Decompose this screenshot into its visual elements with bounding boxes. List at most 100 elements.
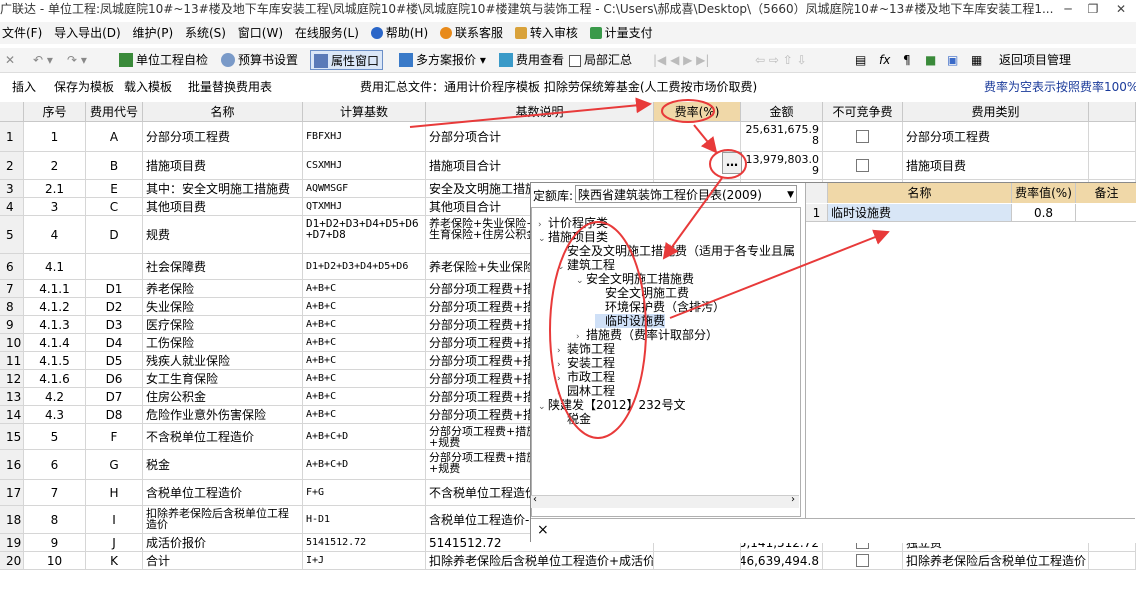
cell-seq[interactable]: 4.1.3: [24, 316, 86, 333]
cell-base[interactable]: QTXMHJ: [303, 198, 426, 215]
cell-seq[interactable]: 4.1.5: [24, 352, 86, 369]
menu-window[interactable]: 窗口(W): [236, 22, 289, 44]
cell-name[interactable]: 医疗保险: [143, 316, 303, 333]
menu-payment[interactable]: 计量支付: [588, 22, 659, 44]
cell-code[interactable]: H: [86, 480, 143, 505]
header-name[interactable]: 名称: [143, 102, 303, 122]
tree-node[interactable]: 安全及文明施工措施费（适用于各专业且属: [557, 244, 795, 258]
cell-base[interactable]: A+B+C+D: [303, 450, 426, 479]
image-icon[interactable]: ▣: [944, 50, 961, 70]
cell-seq[interactable]: 3: [24, 198, 86, 215]
rate-header-note[interactable]: 备注: [1076, 183, 1136, 203]
expand-down-icon[interactable]: ⌄: [538, 232, 548, 246]
cell-code[interactable]: K: [86, 552, 143, 569]
expand-down-icon[interactable]: ⌄: [576, 274, 586, 288]
tree-node[interactable]: › 装饰工程: [557, 342, 615, 356]
header-amount[interactable]: 金额: [741, 102, 823, 122]
tree-hscrollbar[interactable]: ‹ ›: [531, 494, 799, 508]
undo-icon[interactable]: ↶ ▾: [30, 50, 56, 70]
menu-online-service[interactable]: 在线服务(L): [293, 22, 365, 44]
cell-base[interactable]: A+B+C: [303, 352, 426, 369]
local-summary-button[interactable]: 局部汇总: [566, 50, 635, 70]
cell-code[interactable]: D: [86, 216, 143, 253]
cell-base[interactable]: A+B+C: [303, 280, 426, 297]
cell-code[interactable]: [86, 254, 143, 279]
header-category[interactable]: 费用类别: [903, 102, 1089, 122]
tree-node[interactable]: 环境保护费（含排污）: [595, 300, 725, 314]
attr-window-button[interactable]: 属性窗口: [310, 50, 384, 70]
cell-base[interactable]: A+B+C+D: [303, 424, 426, 449]
menu-system[interactable]: 系统(S): [183, 22, 232, 44]
cell-seq[interactable]: 2.1: [24, 180, 86, 197]
cell-seq[interactable]: 4.1.6: [24, 370, 86, 387]
tree-node[interactable]: 临时设施费: [595, 314, 666, 328]
cell-code[interactable]: C: [86, 198, 143, 215]
table-row[interactable]: 2 2 B 措施项目费 CSXMHJ 措施项目合计 13,979,803.09 措施项目费: [0, 152, 1136, 180]
move-arrows-icon[interactable]: ⇦ ⇨ ⇧ ⇩: [752, 50, 810, 70]
table-icon[interactable]: ▦: [968, 50, 985, 70]
cell-name[interactable]: 失业保险: [143, 298, 303, 315]
cell-name[interactable]: 规费: [143, 216, 303, 253]
cell-name[interactable]: 不含税单位工程造价: [143, 424, 303, 449]
cell-base[interactable]: H-D1: [303, 506, 426, 533]
minimize-icon[interactable]: ─: [1055, 0, 1081, 18]
cell-seq[interactable]: 5: [24, 424, 86, 449]
header-code[interactable]: 费用代号: [86, 102, 143, 122]
cell-seq[interactable]: 10: [24, 552, 86, 569]
cell-name[interactable]: 残疾人就业保险: [143, 352, 303, 369]
fee-view-button[interactable]: 费用查看: [496, 50, 567, 70]
cell-code[interactable]: G: [86, 450, 143, 479]
header-rate[interactable]: 费率(%): [654, 102, 741, 122]
noncompete-checkbox[interactable]: [856, 130, 869, 143]
scroll-right-icon[interactable]: ›: [791, 494, 795, 505]
cell-desc[interactable]: 措施项目合计: [426, 152, 654, 179]
cell-code[interactable]: F: [86, 424, 143, 449]
cell-cat[interactable]: 分部分项工程费: [903, 122, 1089, 151]
cell-seq[interactable]: 4.1.2: [24, 298, 86, 315]
cell-name[interactable]: 合计: [143, 552, 303, 569]
cell-code[interactable]: D4: [86, 334, 143, 351]
menu-help[interactable]: 帮助(H): [369, 22, 434, 44]
cell-code[interactable]: J: [86, 534, 143, 551]
insert-button[interactable]: 插入: [12, 77, 36, 97]
expand-down-icon[interactable]: ⌄: [557, 260, 567, 274]
cell-name[interactable]: 住房公积金: [143, 388, 303, 405]
nav-first-icon[interactable]: |◀ ◀ ▶ ▶|: [650, 50, 712, 70]
cell-seq[interactable]: 4.1.1: [24, 280, 86, 297]
tree-node[interactable]: ⌄ 建筑工程: [557, 258, 615, 272]
rate-row-note[interactable]: [1076, 204, 1136, 222]
tree-node[interactable]: ⌄ 安全文明施工措施费: [576, 272, 694, 286]
cell-name[interactable]: 含税单位工程造价: [143, 480, 303, 505]
cell-cat[interactable]: 措施项目费: [903, 152, 1089, 179]
cell-code[interactable]: D1: [86, 280, 143, 297]
cell-cb[interactable]: [823, 152, 903, 179]
cell-base[interactable]: D1+D2+D3+D4+D5+D6: [303, 254, 426, 279]
lib-select[interactable]: 陕西省建筑装饰工程价目表(2009) ▼: [575, 185, 797, 203]
maximize-icon[interactable]: ❐: [1080, 0, 1106, 18]
menu-import-export[interactable]: 导入导出(D): [52, 22, 127, 44]
cell-desc[interactable]: 分部分项合计: [426, 122, 654, 151]
cell-base[interactable]: AQWMSGF: [303, 180, 426, 197]
cell-name[interactable]: 成活价报价: [143, 534, 303, 551]
cell-code[interactable]: I: [86, 506, 143, 533]
cell-base[interactable]: A+B+C: [303, 316, 426, 333]
load-template-button[interactable]: 载入模板: [124, 77, 172, 97]
self-check-button[interactable]: 单位工程自检: [116, 50, 211, 70]
batch-replace-button[interactable]: 批量替换费用表: [188, 77, 272, 97]
cell-seq[interactable]: 1: [24, 122, 86, 151]
cell-seq[interactable]: 7: [24, 480, 86, 505]
cell-base[interactable]: F+G: [303, 480, 426, 505]
rate-row-value[interactable]: 0.8: [1012, 204, 1076, 222]
cell-base[interactable]: FBFXHJ: [303, 122, 426, 151]
cell-name[interactable]: 扣除养老保险后含税单位工程造价: [143, 506, 303, 533]
table-row[interactable]: 20 10 K 合计 I+J 扣除养老保险后含税单位工程造价+成活价 46,639,494.…: [0, 552, 1136, 570]
cell-seq[interactable]: 4: [24, 216, 86, 253]
tree-node[interactable]: 税金: [557, 412, 591, 426]
cell-code[interactable]: D3: [86, 316, 143, 333]
tree-node[interactable]: › 措施费（费率计取部分）: [576, 328, 718, 342]
return-manage-button[interactable]: 返回项目管理: [996, 50, 1074, 70]
table-row[interactable]: 1 1 A 分部分项工程费 FBFXHJ 分部分项合计 25,631,675.98 分部分项工…: [0, 122, 1136, 152]
paragraph-icon[interactable]: ¶: [900, 50, 914, 70]
tree-node[interactable]: 安全文明施工费: [595, 286, 689, 300]
cell-base[interactable]: A+B+C: [303, 388, 426, 405]
